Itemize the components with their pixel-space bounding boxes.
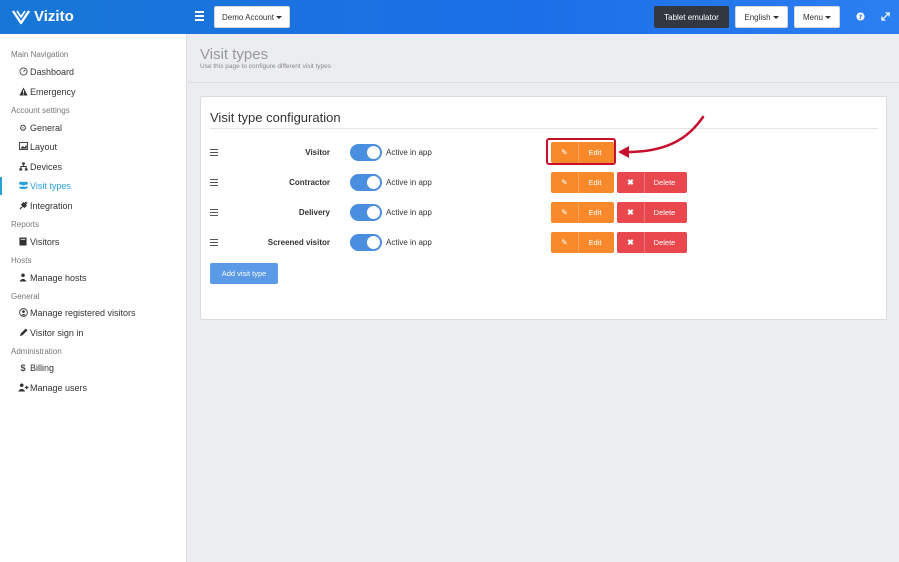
delete-button[interactable]: ✖ Delete <box>617 232 687 253</box>
active-toggle[interactable] <box>350 204 382 221</box>
page-header: Visit types Use this page to configure d… <box>188 34 899 83</box>
drag-handle-icon[interactable] <box>210 179 218 188</box>
menu-dropdown[interactable]: Menu <box>794 6 840 28</box>
visit-type-name: Delivery <box>298 208 330 217</box>
app-logo[interactable]: Vizito <box>12 8 74 25</box>
plug-icon <box>16 201 30 212</box>
user-plus-icon <box>16 382 30 394</box>
vizito-logo-icon <box>12 9 30 24</box>
sidebar-item-manage-users[interactable]: Manage users <box>0 379 186 397</box>
annotation-highlight <box>546 138 616 165</box>
delete-button[interactable]: ✖ Delete <box>617 172 687 193</box>
hamburger-menu-icon[interactable] <box>195 11 205 21</box>
sidebar-section-title: Hosts <box>11 256 32 265</box>
sidebar-section-title: Main Navigation <box>11 50 69 59</box>
book-icon <box>16 237 30 248</box>
sidebar-item-visit-types[interactable]: Visit types <box>0 177 186 195</box>
svg-text:?: ? <box>859 14 863 21</box>
close-icon: ✖ <box>617 202 645 223</box>
tablet-emulator-button[interactable]: Tablet emulator <box>654 6 729 28</box>
sidebar-item-visitor-sign-in[interactable]: Visitor sign in <box>0 324 186 342</box>
sitemap-icon <box>16 161 30 173</box>
panel-title: Visit type configuration <box>210 110 341 125</box>
visit-type-name: Visitor <box>305 148 330 157</box>
close-icon: ✖ <box>617 232 645 253</box>
active-toggle[interactable] <box>350 144 382 161</box>
active-toggle[interactable] <box>350 234 382 251</box>
sidebar-item-layout[interactable]: Layout <box>0 138 186 156</box>
sidebar-item-general[interactable]: ⚙ General <box>0 119 186 137</box>
edit-icon: ✎ <box>551 232 579 253</box>
sidebar-item-integration[interactable]: Integration <box>0 197 186 215</box>
drag-handle-icon[interactable] <box>210 149 218 158</box>
sidebar-item-dashboard[interactable]: Dashboard <box>0 63 186 81</box>
edit-button[interactable]: ✎ Edit <box>551 232 614 253</box>
language-dropdown[interactable]: English <box>735 6 788 28</box>
toggle-label: Active in app <box>386 238 432 247</box>
sidebar-section-title: Reports <box>11 220 40 229</box>
sidebar-item-manage-registered-visitors[interactable]: Manage registered visitors <box>0 304 186 322</box>
sidebar-item-billing[interactable]: $ Billing <box>0 359 186 377</box>
edit-button[interactable]: ✎ Edit <box>551 172 614 193</box>
gauge-icon <box>16 66 30 78</box>
account-dropdown[interactable]: Demo Account <box>214 6 290 28</box>
visit-type-row: Contractor Active in app ✎ Edit ✖ Delete <box>201 172 888 194</box>
sidebar-section-title: General <box>11 292 40 301</box>
close-icon: ✖ <box>617 172 645 193</box>
sidebar-section-title: Administration <box>11 347 62 356</box>
user-circle-icon <box>16 307 30 319</box>
caret-down-icon <box>276 15 283 19</box>
drag-handle-icon[interactable] <box>210 239 218 248</box>
dollar-icon: $ <box>20 363 26 373</box>
gear-icon: ⚙ <box>18 122 28 133</box>
page-subtitle: Use this page to configure different vis… <box>200 63 332 70</box>
toggle-label: Active in app <box>386 208 432 217</box>
add-visit-type-button[interactable]: Add visit type <box>210 263 278 284</box>
visit-type-panel: Visit type configuration Visitor Active … <box>200 96 887 320</box>
sidebar-item-visitors[interactable]: Visitors <box>0 233 186 251</box>
drag-handle-icon[interactable] <box>210 209 218 218</box>
sidebar: Main Navigation Dashboard Emergency Acco… <box>0 34 187 562</box>
divider <box>210 128 878 129</box>
top-bar: Vizito Demo Account Tablet emulator Engl… <box>0 0 899 34</box>
caret-down-icon <box>825 15 831 19</box>
visit-type-row: Visitor Active in app ✎ Edit <box>201 142 888 164</box>
pencil-icon <box>16 327 30 339</box>
edit-icon: ✎ <box>551 202 579 223</box>
visit-type-name: Screened visitor <box>267 238 330 247</box>
warning-icon <box>16 86 30 98</box>
question-icon[interactable]: ? <box>856 12 865 24</box>
expand-icon[interactable] <box>881 12 890 24</box>
annotation-arrow-icon <box>618 115 705 158</box>
sidebar-item-manage-hosts[interactable]: Manage hosts <box>0 269 186 287</box>
edit-icon: ✎ <box>551 172 579 193</box>
toggle-label: Active in app <box>386 148 432 157</box>
app-name: Vizito <box>34 8 74 25</box>
page-title: Visit types <box>200 46 269 63</box>
toggle-label: Active in app <box>386 178 432 187</box>
active-toggle[interactable] <box>350 174 382 191</box>
delete-button[interactable]: ✖ Delete <box>617 202 687 223</box>
edit-button[interactable]: ✎ Edit <box>551 202 614 223</box>
sidebar-item-devices[interactable]: Devices <box>0 158 186 176</box>
visit-type-row: Screened visitor Active in app ✎ Edit ✖ … <box>201 232 888 254</box>
users-icon <box>16 181 30 191</box>
sidebar-item-emergency[interactable]: Emergency <box>0 83 186 101</box>
caret-down-icon <box>772 15 779 19</box>
visit-type-row: Delivery Active in app ✎ Edit ✖ Delete <box>201 202 888 224</box>
sidebar-section-title: Account settings <box>11 106 70 115</box>
image-icon <box>16 142 30 152</box>
visit-type-name: Contractor <box>289 178 330 187</box>
user-icon <box>16 273 30 284</box>
